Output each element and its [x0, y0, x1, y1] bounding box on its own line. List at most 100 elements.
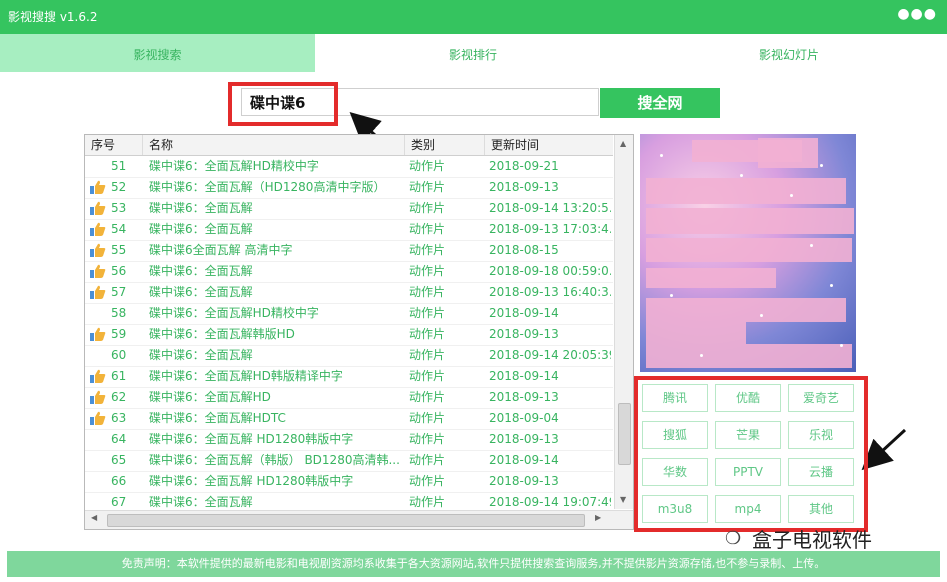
cell-name: 碟中谍6：全面瓦解 — [149, 285, 253, 299]
cell-updated: 2018-09-13 — [489, 474, 559, 488]
annotation-box-sources — [634, 376, 868, 532]
cell-category: 动作片 — [409, 369, 446, 383]
poster-sparkle — [740, 174, 743, 177]
cell-category: 动作片 — [409, 348, 446, 362]
table-row[interactable]: 54 碟中谍6：全面瓦解 动作片 2018-09-13 17:03:4... — [85, 219, 613, 241]
cell-category: 动作片 — [409, 285, 446, 299]
table-row[interactable]: 63 碟中谍6：全面瓦解HDTC 动作片 2018-09-04 — [85, 408, 613, 430]
cell-updated: 2018-09-14 20:05:39 — [489, 348, 611, 362]
cell-no: 55 — [111, 243, 127, 257]
cell-no: 59 — [111, 327, 127, 341]
cell-no: 63 — [111, 411, 127, 425]
cell-no: 65 — [111, 453, 127, 467]
poster-blur-block — [736, 208, 854, 234]
table-row[interactable]: 55 碟中谍6全面瓦解 高清中字 动作片 2018-08-15 — [85, 240, 613, 262]
cell-no: 60 — [111, 348, 127, 362]
cell-no: 51 — [111, 159, 127, 173]
cell-name: 碟中谍6：全面瓦解 — [149, 495, 253, 509]
poster-sparkle — [820, 164, 823, 167]
cell-name: 碟中谍6：全面瓦解HDTC — [149, 411, 286, 425]
cell-no: 56 — [111, 264, 127, 278]
thumbs-up-icon — [90, 285, 106, 299]
table-row[interactable]: 65 碟中谍6：全面瓦解（韩版） BD1280高清韩... 动作片 2018-09-1… — [85, 450, 613, 472]
horizontal-scroll-thumb[interactable] — [107, 514, 585, 527]
cell-name: 碟中谍6：全面瓦解HD精校中字 — [149, 159, 319, 173]
cell-category: 动作片 — [409, 243, 446, 257]
cell-category: 动作片 — [409, 222, 446, 236]
table-row[interactable]: 66 碟中谍6：全面瓦解 HD1280韩版中字 动作片 2018-09-13 — [85, 471, 613, 493]
scroll-left-icon[interactable]: ◀ — [91, 513, 97, 522]
poster-blur-block — [646, 268, 776, 288]
cell-no: 64 — [111, 432, 127, 446]
header-no[interactable]: 序号 — [85, 135, 143, 155]
cell-category: 动作片 — [409, 390, 446, 404]
thumbs-up-icon — [90, 264, 106, 278]
scroll-thumb[interactable] — [618, 403, 631, 465]
poster-sparkle — [670, 294, 673, 297]
cell-updated: 2018-09-04 — [489, 411, 559, 425]
cell-updated: 2018-09-14 — [489, 453, 559, 467]
poster-sparkle — [840, 344, 843, 347]
table-row[interactable]: 61 碟中谍6：全面瓦解HD韩版精译中字 动作片 2018-09-14 — [85, 366, 613, 388]
cell-updated: 2018-09-13 — [489, 390, 559, 404]
cell-updated: 2018-09-18 00:59:0... — [489, 264, 611, 278]
cell-name: 碟中谍6：全面瓦解（HD1280高清中字版） — [149, 180, 386, 194]
vertical-scrollbar[interactable]: ▲ ▼ — [614, 135, 633, 509]
table-row[interactable]: 56 碟中谍6：全面瓦解 动作片 2018-09-18 00:59:0... — [85, 261, 613, 283]
cell-updated: 2018-09-13 — [489, 180, 559, 194]
thumbs-up-icon — [90, 411, 106, 425]
cell-category: 动作片 — [409, 474, 446, 488]
poster-blur-block — [646, 322, 746, 344]
table-row[interactable]: 52 碟中谍6：全面瓦解（HD1280高清中字版） 动作片 2018-09-13 — [85, 177, 613, 199]
table-row[interactable]: 62 碟中谍6：全面瓦解HD 动作片 2018-09-13 — [85, 387, 613, 409]
cell-category: 动作片 — [409, 327, 446, 341]
scroll-down-icon[interactable]: ▼ — [620, 495, 626, 504]
thumbs-up-icon — [90, 222, 106, 236]
table-row[interactable]: 64 碟中谍6：全面瓦解 HD1280韩版中字 动作片 2018-09-13 — [85, 429, 613, 451]
cell-updated: 2018-08-15 — [489, 243, 559, 257]
cell-no: 66 — [111, 474, 127, 488]
cell-category: 动作片 — [409, 201, 446, 215]
cell-category: 动作片 — [409, 306, 446, 320]
arrow-to-sources-right — [861, 428, 907, 471]
poster-blur-block — [646, 344, 852, 368]
table-row[interactable]: 60 碟中谍6：全面瓦解 动作片 2018-09-14 20:05:39 — [85, 345, 613, 367]
table-row[interactable]: 67 碟中谍6：全面瓦解 动作片 2018-09-14 19:07:49 — [85, 492, 613, 509]
cell-category: 动作片 — [409, 495, 446, 509]
table-row[interactable]: 53 碟中谍6：全面瓦解 动作片 2018-09-14 13:20:5... — [85, 198, 613, 220]
poster-blur-block — [646, 178, 846, 204]
thumbs-up-icon — [90, 243, 106, 257]
poster-sparkle — [700, 354, 703, 357]
cell-name: 碟中谍6：全面瓦解 HD1280韩版中字 — [149, 432, 354, 446]
header-category[interactable]: 类别 — [405, 135, 485, 155]
cell-no: 62 — [111, 390, 127, 404]
thumbs-up-icon — [90, 180, 106, 194]
poster-blur-block — [758, 138, 818, 168]
cell-updated: 2018-09-14 13:20:5... — [489, 201, 611, 215]
cell-updated: 2018-09-13 — [489, 327, 559, 341]
table-row[interactable]: 51 碟中谍6：全面瓦解HD精校中字 动作片 2018-09-21 — [85, 156, 613, 178]
table-row[interactable]: 57 碟中谍6：全面瓦解 动作片 2018-09-13 16:40:3... — [85, 282, 613, 304]
header-name[interactable]: 名称 — [143, 135, 405, 155]
table-row[interactable]: 58 碟中谍6：全面瓦解HD精校中字 动作片 2018-09-14 — [85, 303, 613, 325]
cell-name: 碟中谍6：全面瓦解 HD1280韩版中字 — [149, 474, 354, 488]
table-row[interactable]: 59 碟中谍6：全面瓦解韩版HD 动作片 2018-09-13 — [85, 324, 613, 346]
thumbs-up-icon — [90, 369, 106, 383]
cell-name: 碟中谍6：全面瓦解 — [149, 348, 253, 362]
scroll-right-icon[interactable]: ▶ — [595, 513, 601, 522]
cell-category: 动作片 — [409, 432, 446, 446]
cell-name: 碟中谍6：全面瓦解HD精校中字 — [149, 306, 319, 320]
cell-updated: 2018-09-13 — [489, 432, 559, 446]
cell-name: 碟中谍6：全面瓦解 — [149, 264, 253, 278]
cell-name: 碟中谍6：全面瓦解韩版HD — [149, 327, 295, 341]
cell-no: 61 — [111, 369, 127, 383]
cell-name: 碟中谍6：全面瓦解 — [149, 201, 253, 215]
horizontal-scrollbar[interactable]: ◀ ▶ — [85, 510, 633, 529]
scroll-up-icon[interactable]: ▲ — [620, 139, 626, 148]
cell-name: 碟中谍6全面瓦解 高清中字 — [149, 243, 293, 257]
cell-name: 碟中谍6：全面瓦解HD — [149, 390, 271, 404]
cell-updated: 2018-09-14 — [489, 306, 559, 320]
watermark-text: 盒子电视软件 — [752, 528, 872, 552]
header-updated[interactable]: 更新时间 — [485, 135, 613, 155]
poster-sparkle — [790, 194, 793, 197]
